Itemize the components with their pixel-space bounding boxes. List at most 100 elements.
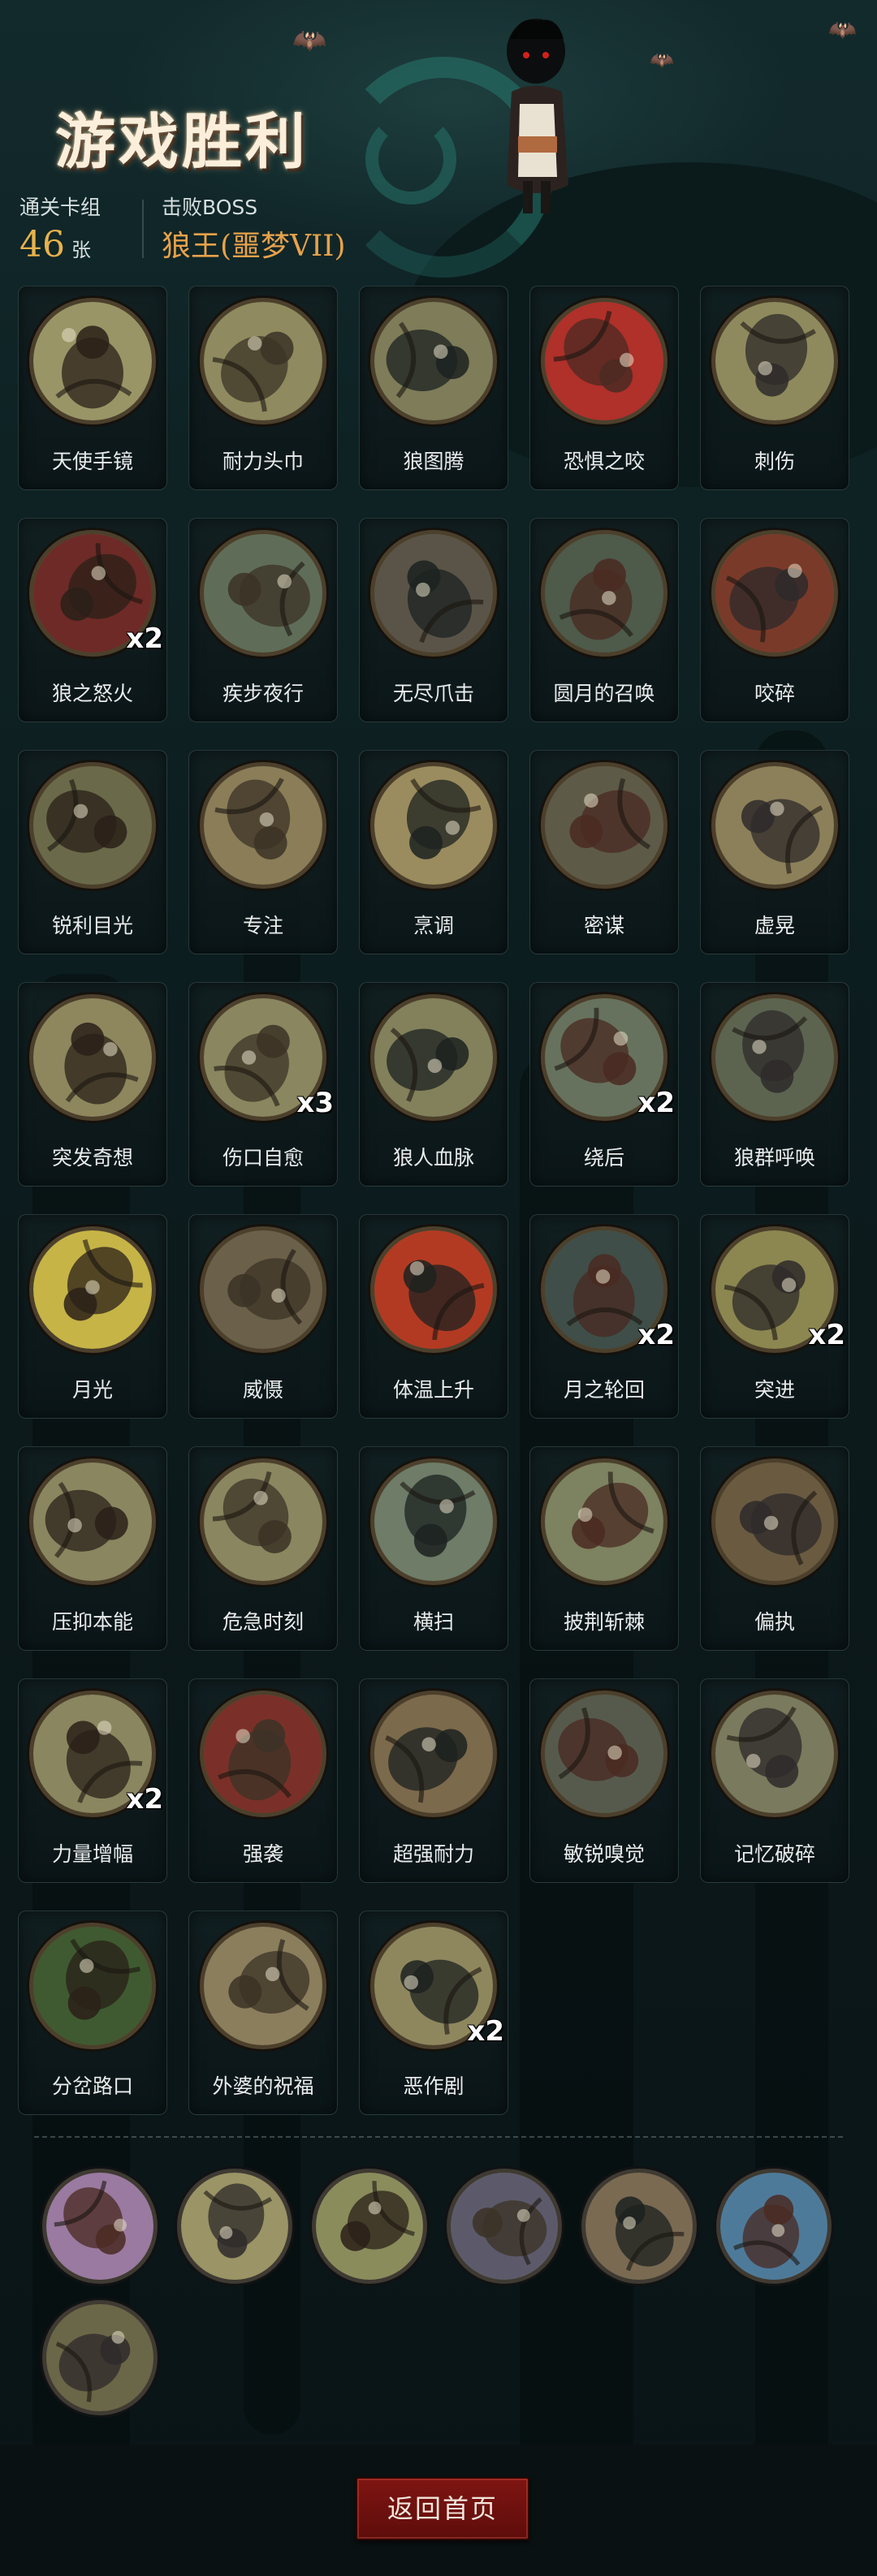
card-name: 绕后 bbox=[583, 1146, 624, 1170]
card-item[interactable]: 压抑本能 bbox=[18, 1446, 167, 1651]
night-dash-icon bbox=[200, 530, 326, 657]
pack-call-icon bbox=[711, 994, 838, 1121]
suppress-instinct-icon bbox=[29, 1458, 156, 1585]
card-name: 刺伤 bbox=[754, 450, 795, 473]
return-home-button[interactable]: 返回首页 bbox=[356, 2477, 529, 2540]
crush-bite-icon bbox=[711, 530, 838, 657]
card-item[interactable]: 横扫 bbox=[359, 1446, 508, 1651]
card-name: 超强耐力 bbox=[392, 1842, 474, 1866]
card-name: 横扫 bbox=[413, 1610, 454, 1634]
card-item[interactable]: 狼人血脉 bbox=[359, 982, 508, 1187]
boss-name: 狼王(噩梦VII) bbox=[162, 230, 346, 263]
card-item[interactable]: 体温上升 bbox=[359, 1214, 508, 1419]
flame-potion-relic-icon[interactable] bbox=[177, 2169, 292, 2284]
card-name: 耐力头巾 bbox=[222, 450, 304, 473]
card-name: 力量增幅 bbox=[51, 1842, 133, 1866]
card-item[interactable]: 恐惧之咬 bbox=[529, 286, 679, 490]
relic-list bbox=[42, 2169, 854, 2415]
card-item[interactable]: x2 突进 bbox=[700, 1214, 849, 1419]
card-item[interactable]: 强袭 bbox=[188, 1678, 338, 1883]
card-item[interactable]: x2 狼之怒火 bbox=[18, 518, 167, 722]
card-item[interactable]: 披荆斩棘 bbox=[529, 1446, 679, 1651]
moonlight-icon bbox=[29, 1226, 156, 1353]
card-grid: 天使手镜 耐力头巾 狼图腾 恐惧之咬 刺伤 x2 狼之怒火 疾步夜行 无尽爪击 圆月的召唤 咬碎锐利… bbox=[18, 286, 859, 2115]
card-name: 恶作剧 bbox=[403, 2074, 464, 2098]
boss-label: 击败BOSS bbox=[162, 196, 258, 219]
card-item[interactable]: 天使手镜 bbox=[18, 286, 167, 490]
card-name: 压抑本能 bbox=[51, 1610, 133, 1634]
card-item[interactable]: 圆月的召唤 bbox=[529, 518, 679, 722]
result-stats: 通关卡组 46 张 击败BOSS 狼王(噩梦VII) bbox=[19, 192, 507, 265]
card-name: 月光 bbox=[71, 1378, 113, 1402]
sudden-idea-icon bbox=[29, 994, 156, 1121]
card-item[interactable]: 疾步夜行 bbox=[188, 518, 338, 722]
focus-icon bbox=[200, 762, 326, 889]
card-name: 偏执 bbox=[754, 1610, 795, 1634]
card-item[interactable]: 锐利目光 bbox=[18, 750, 167, 954]
card-item[interactable]: 威慑 bbox=[188, 1214, 338, 1419]
card-item[interactable]: 刺伤 bbox=[700, 286, 849, 490]
card-item[interactable]: 月光 bbox=[18, 1214, 167, 1419]
card-item[interactable]: x3 伤口自愈 bbox=[188, 982, 338, 1187]
card-item[interactable]: 突发奇想 bbox=[18, 982, 167, 1187]
card-name: 狼人血脉 bbox=[392, 1146, 474, 1170]
card-name: 伤口自愈 bbox=[222, 1146, 304, 1170]
card-item[interactable]: 密谋 bbox=[529, 750, 679, 954]
card-name: 无尽爪击 bbox=[392, 682, 474, 705]
crisis-moment-icon bbox=[200, 1458, 326, 1585]
card-item[interactable]: 分岔路口 bbox=[18, 1910, 167, 2115]
card-item[interactable]: 外婆的祝福 bbox=[188, 1910, 338, 2115]
card-name: 威慑 bbox=[242, 1378, 283, 1402]
card-item[interactable]: 无尽爪击 bbox=[359, 518, 508, 722]
fear-bite-icon bbox=[541, 298, 667, 424]
card-name: 烹调 bbox=[413, 914, 454, 937]
bat-icon: 🦇 bbox=[650, 49, 674, 71]
card-item[interactable]: 狼群呼唤 bbox=[700, 982, 849, 1187]
card-item[interactable]: 耐力头巾 bbox=[188, 286, 338, 490]
wolf-totem-icon bbox=[370, 298, 497, 424]
card-item[interactable]: x2 力量增幅 bbox=[18, 1678, 167, 1883]
page-title: 游戏胜利 bbox=[55, 107, 309, 177]
sharp-gaze-icon bbox=[29, 762, 156, 889]
card-item[interactable]: 超强耐力 bbox=[359, 1678, 508, 1883]
card-name: 恐惧之咬 bbox=[563, 450, 645, 473]
twisted-creature-relic-icon[interactable] bbox=[42, 2169, 158, 2284]
card-name: 锐利目光 bbox=[51, 914, 133, 937]
card-count-badge: x2 bbox=[126, 622, 163, 655]
card-item[interactable]: 记忆破碎 bbox=[700, 1678, 849, 1883]
deck-label: 通关卡组 bbox=[19, 196, 102, 219]
deterrence-icon bbox=[200, 1226, 326, 1353]
card-name: 突进 bbox=[754, 1378, 795, 1402]
card-count-badge: x2 bbox=[637, 1319, 675, 1351]
card-item[interactable]: 狼图腾 bbox=[359, 286, 508, 490]
card-name: 狼图腾 bbox=[403, 450, 464, 473]
super-stamina-icon bbox=[370, 1691, 497, 1817]
section-divider bbox=[34, 2136, 843, 2138]
card-item[interactable]: 烹调 bbox=[359, 750, 508, 954]
crossroads-icon bbox=[29, 1923, 156, 2049]
card-item[interactable]: x2 恶作剧 bbox=[359, 1910, 508, 2115]
card-item[interactable]: 咬碎 bbox=[700, 518, 849, 722]
paranoia-icon bbox=[711, 1458, 838, 1585]
vampire-relic-icon[interactable] bbox=[447, 2169, 562, 2284]
pumpkin-scarecrow-relic-icon[interactable] bbox=[42, 2300, 158, 2415]
card-name: 分岔路口 bbox=[51, 2074, 133, 2098]
card-item[interactable]: 专注 bbox=[188, 750, 338, 954]
cooking-icon bbox=[370, 762, 497, 889]
card-item[interactable]: 敏锐嗅觉 bbox=[529, 1678, 679, 1883]
card-item[interactable]: x2 绕后 bbox=[529, 982, 679, 1187]
card-name: 咬碎 bbox=[754, 682, 795, 705]
card-item[interactable]: 虚晃 bbox=[700, 750, 849, 954]
card-item[interactable]: 偏执 bbox=[700, 1446, 849, 1651]
keen-smell-icon bbox=[541, 1691, 667, 1817]
card-name: 强袭 bbox=[242, 1842, 283, 1866]
card-item[interactable]: 危急时刻 bbox=[188, 1446, 338, 1651]
card-item[interactable]: x2 月之轮回 bbox=[529, 1214, 679, 1419]
card-name: 圆月的召唤 bbox=[553, 682, 655, 705]
forest-fighter-relic-icon[interactable] bbox=[312, 2169, 427, 2284]
card-name: 天使手镜 bbox=[51, 450, 133, 473]
red-hood-relic-icon[interactable] bbox=[581, 2169, 697, 2284]
card-name: 疾步夜行 bbox=[222, 682, 304, 705]
card-name: 密谋 bbox=[583, 914, 624, 937]
magic-compass-relic-icon[interactable] bbox=[716, 2169, 832, 2284]
